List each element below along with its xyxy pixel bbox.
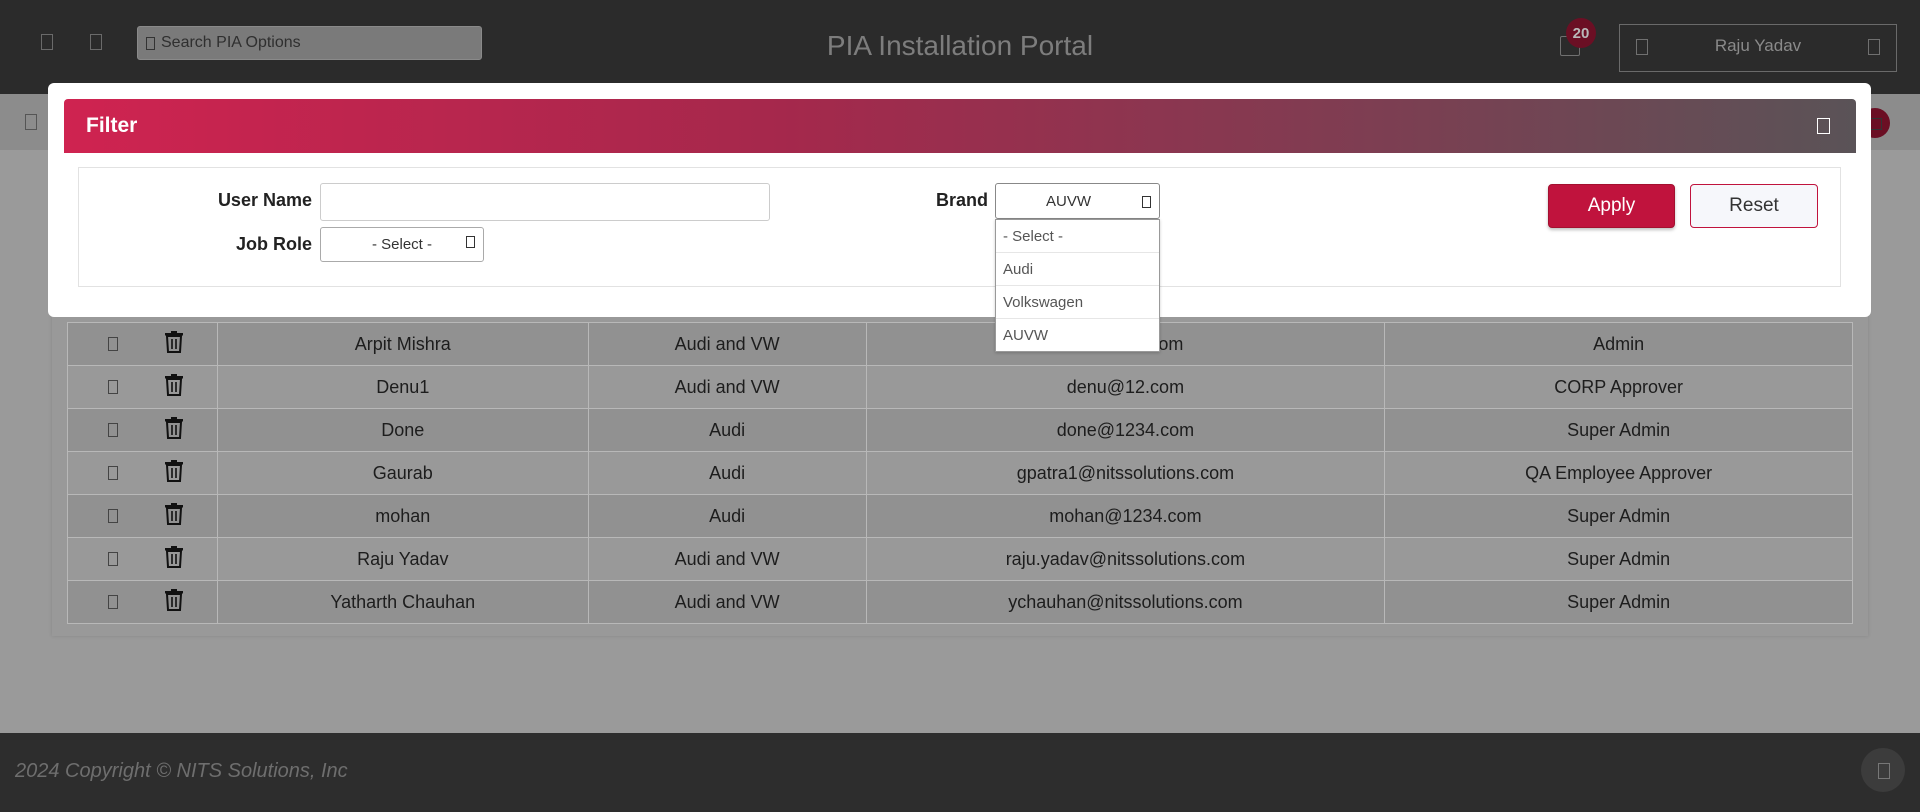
brand-option[interactable]: Audi (996, 253, 1159, 286)
table-row: Denu1 Audi and VW denu@12.com CORP Approver (67, 365, 1853, 409)
edit-icon[interactable] (108, 423, 118, 437)
notification-badge: 20 (1566, 18, 1596, 48)
apply-button[interactable]: Apply (1548, 184, 1675, 228)
delete-icon[interactable] (164, 416, 184, 444)
row-actions (67, 365, 218, 409)
table-row: Yatharth Chauhan Audi and VW ychauhan@nits… (67, 580, 1853, 624)
cell-role: Super Admin (1384, 537, 1853, 581)
cell-brand: Audi (587, 451, 867, 495)
brand-value: AUVW (1046, 192, 1091, 210)
cell-email: raju.yadav@nitssolutions.com (865, 537, 1386, 581)
cell-email: gpatra1@nitssolutions.com (865, 451, 1386, 495)
cell-name: Raju Yadav (216, 537, 589, 581)
cell-brand: Audi and VW (587, 365, 867, 409)
job-role-select[interactable]: - Select - (320, 227, 484, 262)
delete-icon[interactable] (164, 588, 184, 616)
copyright-text: 2024 Copyright © NITS Solutions, Inc (15, 760, 348, 782)
table-row: mohan Audi mohan@1234.com Super Admin (67, 494, 1853, 538)
cell-email: done@1234.com (865, 408, 1386, 452)
cell-role: QA Employee Approver (1384, 451, 1853, 495)
cell-name: Done (216, 408, 589, 452)
filter-modal-header: Filter (64, 99, 1856, 153)
cell-brand: Audi (587, 494, 867, 538)
delete-icon[interactable] (164, 459, 184, 487)
chevron-down-icon (1142, 196, 1151, 208)
cell-brand: Audi (587, 408, 867, 452)
cell-brand: Audi and VW (587, 580, 867, 624)
edit-icon[interactable] (108, 595, 118, 609)
row-actions (67, 494, 218, 538)
scroll-top-button[interactable] (1861, 748, 1905, 792)
user-name: Raju Yadav (1714, 36, 1802, 55)
reset-button[interactable]: Reset (1690, 184, 1818, 228)
cell-name: Gaurab (216, 451, 589, 495)
job-role-value: - Select - (371, 236, 432, 253)
cell-name: Arpit Mishra (216, 322, 589, 366)
edit-icon[interactable] (108, 509, 118, 523)
brand-label: Brand (935, 190, 988, 210)
row-actions (67, 322, 218, 366)
cell-brand: Audi and VW (587, 537, 867, 581)
filter-modal-title: Filter (86, 114, 138, 137)
cell-role: Super Admin (1384, 408, 1853, 452)
cell-name: mohan (216, 494, 589, 538)
edit-icon[interactable] (108, 552, 118, 566)
row-actions (67, 537, 218, 581)
user-name-input[interactable] (320, 183, 770, 221)
job-role-label: Job Role (235, 234, 312, 254)
brand-option[interactable]: AUVW (996, 319, 1159, 352)
delete-icon[interactable] (164, 330, 184, 358)
table-row: Gaurab Audi gpatra1@nitssolutions.com QA Em… (67, 451, 1853, 495)
edit-icon[interactable] (108, 380, 118, 394)
brand-option[interactable]: - Select - (996, 220, 1159, 253)
table-row: Raju Yadav Audi and VW raju.yadav@nitssolu… (67, 537, 1853, 581)
cell-role: Super Admin (1384, 580, 1853, 624)
edit-icon[interactable] (108, 337, 118, 351)
chevron-down-icon (466, 236, 475, 248)
brand-dropdown-list: - Select - Audi Volkswagen AUVW (995, 219, 1160, 352)
table-row: Done Audi done@1234.com Super Admin (67, 408, 1853, 452)
close-icon[interactable] (1817, 118, 1830, 134)
cell-role: Admin (1384, 322, 1853, 366)
cell-name: Denu1 (216, 365, 589, 409)
cell-email: denu@12.com (865, 365, 1386, 409)
cell-brand: Audi and VW (587, 322, 867, 366)
edit-icon[interactable] (108, 466, 118, 480)
user-name-label: User Name (217, 190, 312, 210)
brand-select[interactable]: AUVW (995, 183, 1160, 219)
row-actions (67, 580, 218, 624)
cell-email: ychauhan@nitssolutions.com (865, 580, 1386, 624)
brand-option[interactable]: Volkswagen (996, 286, 1159, 319)
delete-icon[interactable] (164, 545, 184, 573)
delete-icon[interactable] (164, 373, 184, 401)
row-actions (67, 408, 218, 452)
table-row: Arpit MishraAudi and VW...olutions.comAd… (67, 322, 1853, 366)
filter-icon[interactable] (25, 114, 37, 130)
user-menu[interactable]: Raju Yadav (1619, 24, 1897, 72)
cell-role: Super Admin (1384, 494, 1853, 538)
cell-email: mohan@1234.com (865, 494, 1386, 538)
users-table: Arpit MishraAudi and VW...olutions.comAd… (67, 322, 1853, 624)
delete-icon[interactable] (164, 502, 184, 530)
chevron-down-icon (1868, 39, 1880, 55)
cell-name: Yatharth Chauhan (216, 580, 589, 624)
cell-role: CORP Approver (1384, 365, 1853, 409)
row-actions (67, 451, 218, 495)
